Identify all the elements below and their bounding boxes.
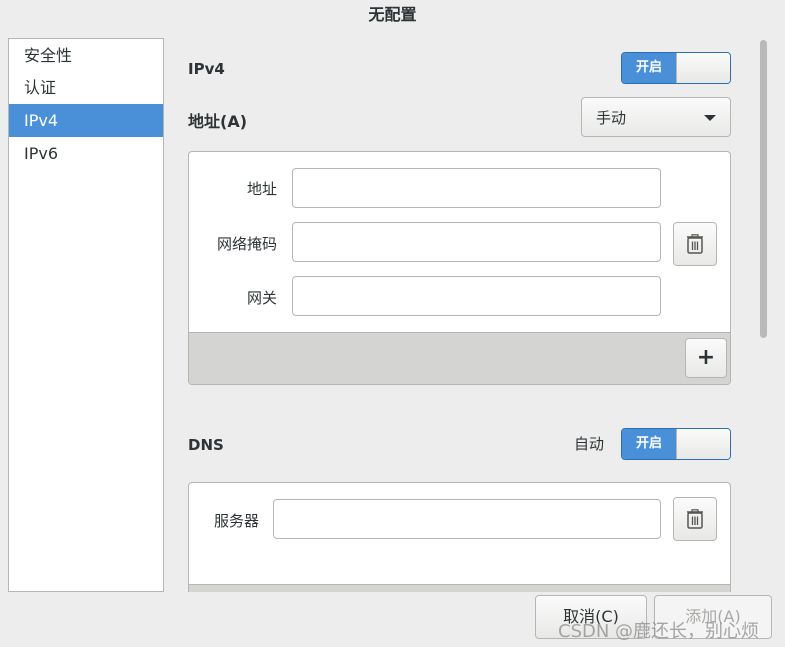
settings-sidebar: 安全性 认证 IPv4 IPv6 — [8, 38, 164, 592]
netmask-label: 网络掩码 — [216, 235, 277, 253]
sidebar-item-ipv6[interactable]: IPv6 — [9, 137, 163, 170]
scrollbar-thumb[interactable] — [760, 40, 767, 338]
gateway-label: 网关 — [246, 289, 277, 307]
dns-section-title: DNS — [188, 436, 224, 454]
trash-icon — [687, 509, 703, 529]
vertical-scrollbar[interactable] — [757, 38, 769, 590]
add-address-button[interactable]: + — [685, 338, 727, 378]
address-panel-footer: + — [189, 332, 730, 384]
address-label: 地址 — [246, 180, 277, 198]
address-panel: 地址 网络掩码 网关 + — [188, 151, 731, 385]
dns-server-label: 服务器 — [213, 512, 259, 530]
dns-panel-footer: + — [189, 584, 730, 592]
method-dropdown[interactable]: 手动 — [581, 97, 731, 137]
ipv4-settings-content: IPv4 开启 地址(A) 手动 地址 网络掩码 网关 + DNS 自动 开启 … — [172, 32, 752, 592]
ipv4-section-title: IPv4 — [188, 60, 225, 78]
dns-server-input[interactable] — [273, 499, 661, 539]
dns-switch-knob[interactable] — [676, 429, 730, 459]
watermark-text: CSDN @鹿还长，别心烦 — [558, 621, 760, 642]
ipv4-toggle-switch[interactable]: 开启 — [621, 52, 731, 84]
trash-icon — [687, 234, 703, 254]
method-dropdown-value: 手动 — [596, 109, 627, 127]
ipv4-switch-knob[interactable] — [676, 53, 730, 83]
window-title: 无配置 — [368, 5, 417, 24]
sidebar-item-ipv4[interactable]: IPv4 — [9, 104, 163, 137]
chevron-down-icon — [704, 115, 716, 121]
dns-auto-label: 自动 — [574, 435, 605, 453]
address-input[interactable] — [292, 168, 661, 208]
dns-panel: 服务器 + — [188, 482, 731, 592]
netmask-input[interactable] — [292, 222, 661, 262]
method-label: 地址(A) — [188, 112, 248, 131]
dns-auto-toggle-switch[interactable]: 开启 — [621, 428, 731, 460]
sidebar-item-security[interactable]: 安全性 — [9, 39, 163, 71]
add-address-label: + — [696, 345, 716, 370]
gateway-input[interactable] — [292, 276, 661, 316]
dns-switch-on-label: 开启 — [622, 429, 676, 459]
sidebar-item-authentication[interactable]: 认证 — [9, 71, 163, 104]
delete-dns-button[interactable] — [673, 497, 717, 541]
delete-address-button[interactable] — [673, 222, 717, 266]
ipv4-switch-on-label: 开启 — [622, 53, 676, 83]
